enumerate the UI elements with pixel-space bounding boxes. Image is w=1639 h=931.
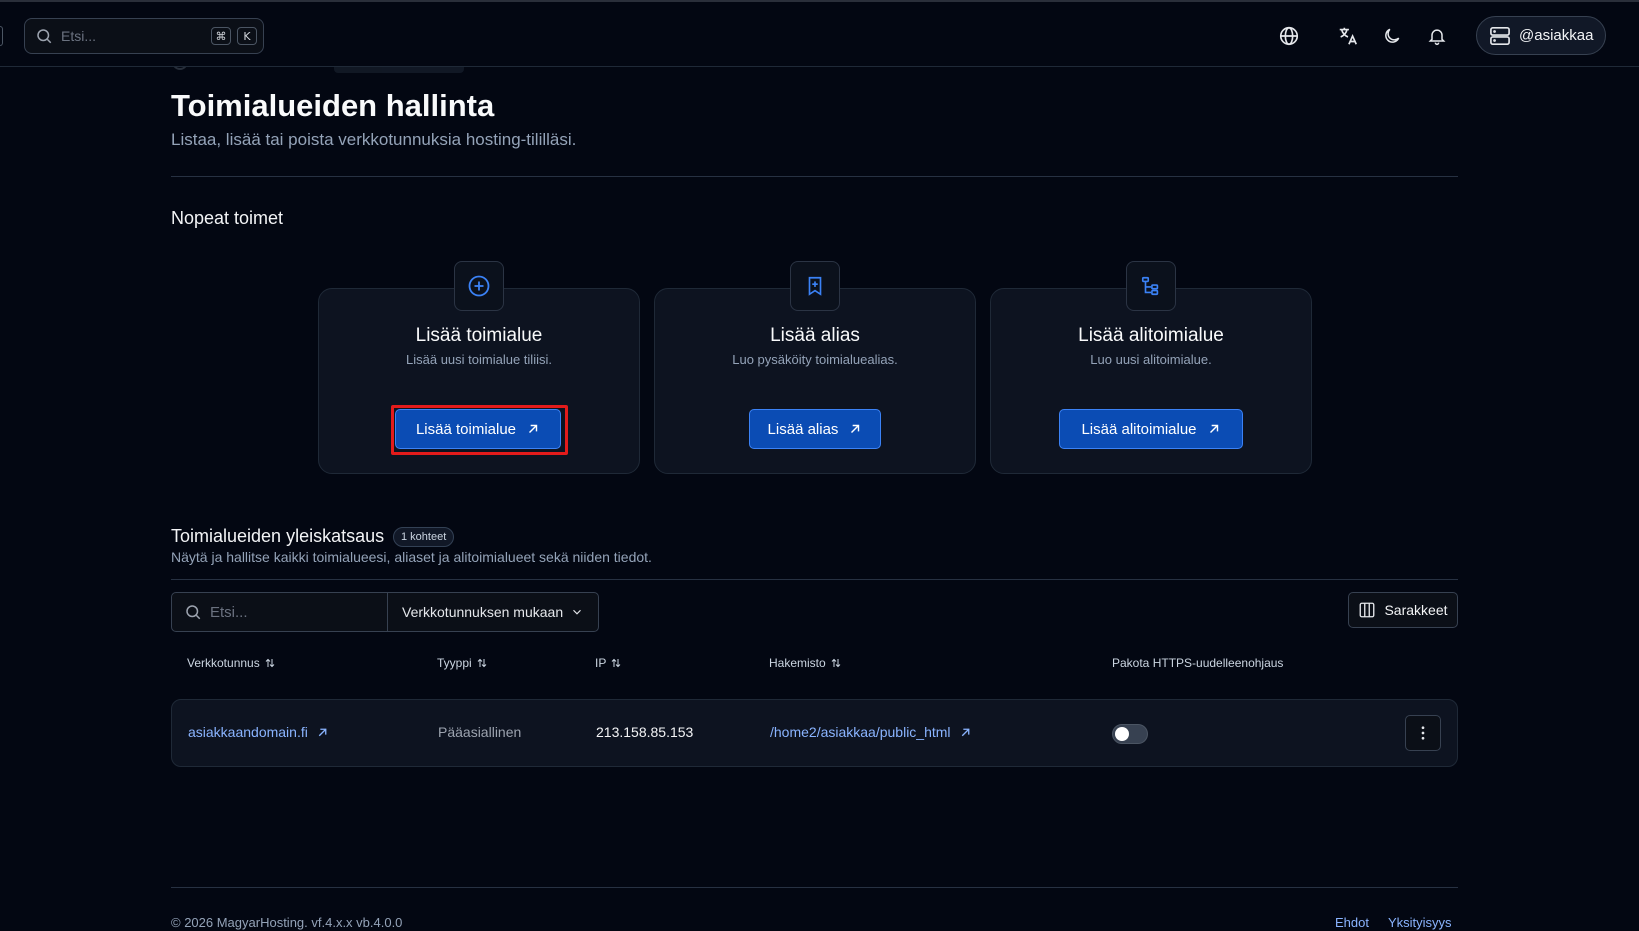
chevron-down-icon xyxy=(573,609,581,615)
card-icon-box-add-domain xyxy=(454,261,504,311)
overview-title: Toimialueiden yleiskatsaus xyxy=(171,526,385,546)
page-subtitle: Listaa, lisää tai poista verkkotunnuksia… xyxy=(171,130,577,149)
footer-divider xyxy=(171,887,1458,888)
globe-icon[interactable] xyxy=(1275,22,1303,50)
add-subdomain-button-label: Lisää alitoimialue xyxy=(1081,420,1197,438)
domain-link[interactable]: asiakkaandomain.fi xyxy=(188,724,329,740)
card-desc-add-domain: Lisää uusi toimialue tiliisi. xyxy=(406,352,552,367)
plus-circle-icon xyxy=(468,275,490,297)
table-search-input[interactable]: Etsi... xyxy=(172,593,388,631)
quick-actions-title: Nopeat toimet xyxy=(171,208,284,228)
column-header-type[interactable]: Tyyppi xyxy=(437,656,488,670)
card-title-add-alias: Lisää alias xyxy=(770,325,860,346)
column-header-domain[interactable]: Verkkotunnus xyxy=(187,656,276,670)
card-title-add-domain: Lisää toimialue xyxy=(415,325,543,346)
card-desc-add-subdomain: Luo uusi alitoimialue. xyxy=(1090,352,1212,367)
toggle-knob xyxy=(1115,727,1129,741)
add-subdomain-button[interactable]: Lisää alitoimialue xyxy=(1059,409,1243,449)
global-search[interactable]: Etsi... ⌘ K xyxy=(24,18,264,54)
filter-select-value: Verkkotunnuksen mukaan xyxy=(402,604,564,620)
column-header-type-label: Tyyppi xyxy=(437,656,472,670)
arrow-up-right-icon xyxy=(851,424,860,433)
domain-ip: 213.158.85.153 xyxy=(596,724,694,740)
column-header-ip-label: IP xyxy=(595,656,607,670)
column-header-https-label: Pakota HTTPS-uudelleenohjaus xyxy=(1112,656,1284,670)
column-header-directory[interactable]: Hakemisto xyxy=(769,656,842,670)
translate-icon[interactable] xyxy=(1334,22,1362,50)
table-search-placeholder: Etsi... xyxy=(210,603,248,621)
https-redirect-toggle[interactable] xyxy=(1112,724,1148,744)
card-icon-box-add-alias xyxy=(790,261,840,311)
sort-icon xyxy=(831,658,841,668)
sidebar-toggle[interactable] xyxy=(0,26,3,46)
filter-select[interactable]: Verkkotunnuksen mukaan xyxy=(388,593,598,631)
sort-icon xyxy=(477,658,487,668)
card-title-add-subdomain: Lisää alitoimialue xyxy=(1078,325,1224,346)
footer-terms-link[interactable]: Ehdot xyxy=(1335,915,1369,930)
column-header-ip[interactable]: IP xyxy=(595,656,622,670)
domain-link-text: asiakkaandomain.fi xyxy=(188,724,308,740)
bell-icon[interactable] xyxy=(1423,22,1451,50)
shortcut-k-key: K xyxy=(237,27,257,45)
page-title: Toimialueiden hallinta xyxy=(171,88,495,123)
server-icon xyxy=(1490,26,1510,45)
user-menu-button[interactable]: @asiakkaa xyxy=(1476,16,1606,55)
footer-privacy-link[interactable]: Yksityisyys xyxy=(1388,915,1452,930)
add-domain-button[interactable]: Lisää toimialue xyxy=(395,409,561,449)
tree-icon xyxy=(1141,276,1159,296)
item-count-badge: 1 kohteet xyxy=(393,527,455,547)
table-row: asiakkaandomain.fi Pääasiallinen 213.158… xyxy=(171,699,1458,767)
arrow-up-right-icon xyxy=(1209,424,1218,433)
table-filter: Etsi... Verkkotunnuksen mukaan xyxy=(171,592,599,632)
footer-copyright: © 2026 MagyarHosting. vf.4.x.x vb.4.0.0 xyxy=(171,915,403,930)
add-alias-button-label: Lisää alias xyxy=(767,420,839,438)
row-actions-button[interactable] xyxy=(1405,715,1441,751)
arrow-up-right-icon xyxy=(529,424,538,433)
search-icon xyxy=(37,29,52,44)
external-link-icon xyxy=(961,728,969,736)
quick-action-card-add-domain: Lisää toimialue Lisää uusi toimialue til… xyxy=(318,288,640,474)
add-domain-button-label: Lisää toimialue xyxy=(415,420,517,438)
top-bar: Etsi... ⌘ K @asiakkaa xyxy=(0,0,1639,67)
card-icon-box-add-subdomain xyxy=(1126,261,1176,311)
add-alias-button[interactable]: Lisää alias xyxy=(749,409,881,449)
quick-action-card-add-alias: Lisää alias Luo pysäköity toimialuealias… xyxy=(654,288,976,474)
shortcut-mod-key: ⌘ xyxy=(211,27,231,45)
directory-link[interactable]: /home2/asiakkaa/public_html xyxy=(770,724,972,740)
columns-icon xyxy=(1360,602,1375,618)
external-link-icon xyxy=(318,728,327,736)
sort-icon xyxy=(611,658,621,668)
column-header-https: Pakota HTTPS-uudelleenohjaus xyxy=(1112,656,1283,670)
more-vertical-icon xyxy=(1421,726,1425,740)
column-header-directory-label: Hakemisto xyxy=(769,656,826,670)
domain-type: Pääasiallinen xyxy=(438,724,522,740)
columns-button[interactable]: Sarakkeet xyxy=(1348,592,1458,628)
quick-action-card-add-subdomain: Lisää alitoimialue Luo uusi alitoimialue… xyxy=(990,288,1312,474)
column-header-domain-label: Verkkotunnus xyxy=(187,656,260,670)
header-divider xyxy=(171,176,1458,177)
overview-subtitle: Näytä ja hallitse kaikki toimialueesi, a… xyxy=(171,549,652,565)
search-icon xyxy=(186,605,201,620)
card-desc-add-alias: Luo pysäköity toimialuealias. xyxy=(732,352,898,367)
moon-icon[interactable] xyxy=(1378,22,1406,50)
user-label: @asiakkaa xyxy=(1519,27,1594,44)
overview-divider xyxy=(171,579,1458,580)
global-search-placeholder: Etsi... xyxy=(61,28,97,44)
columns-button-label: Sarakkeet xyxy=(1384,602,1448,618)
directory-link-text: /home2/asiakkaa/public_html xyxy=(770,724,951,740)
bookmark-plus-icon xyxy=(808,276,822,296)
sort-icon xyxy=(265,658,275,668)
